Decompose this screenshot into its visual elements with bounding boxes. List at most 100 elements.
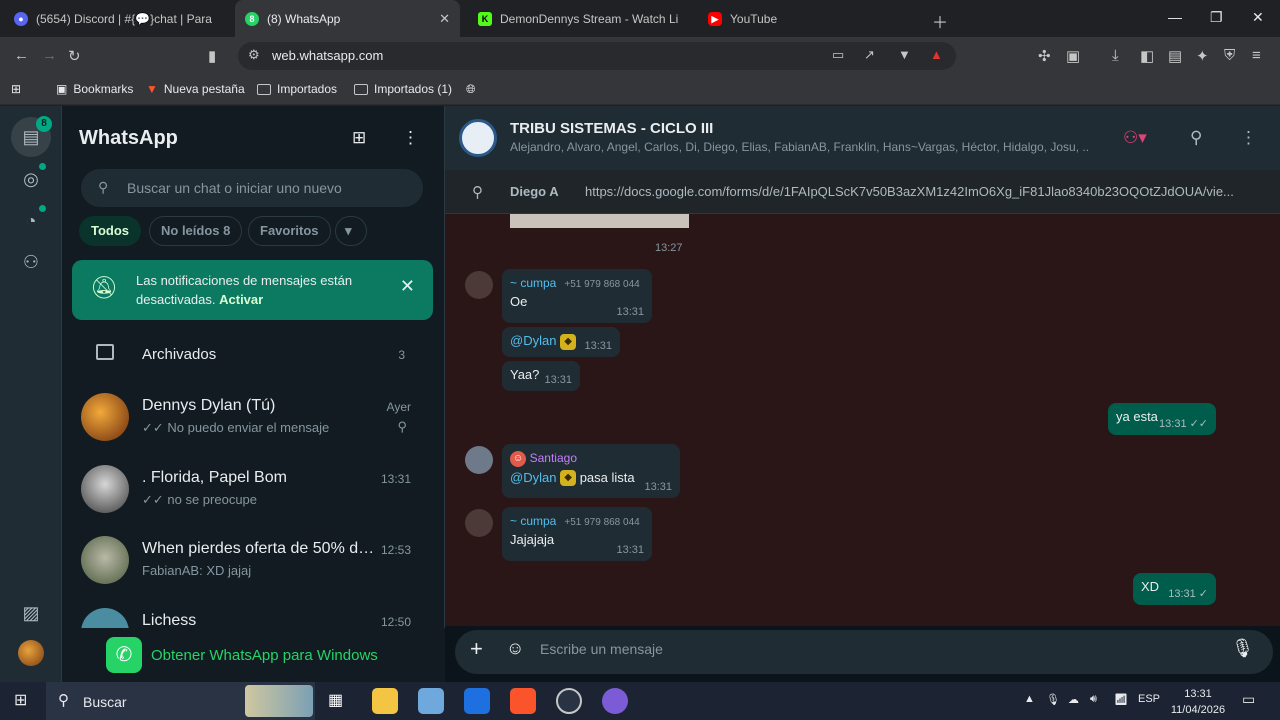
globe-icon[interactable]: 🌐︎ <box>466 82 476 97</box>
activate-link[interactable]: Activar <box>219 292 263 307</box>
close-tab-icon[interactable]: ✕ <box>439 11 450 27</box>
communities-icon[interactable]: ⚇ <box>18 249 44 275</box>
folder-icon <box>354 83 368 95</box>
url-text: web.whatsapp.com <box>272 48 384 63</box>
messenger-icon[interactable] <box>602 688 628 714</box>
volume-icon[interactable]: 🔊︎ <box>1090 693 1097 706</box>
tab-whatsapp[interactable]: 8 (8) WhatsApp ✕ <box>235 0 460 37</box>
bookmark-item[interactable]: ▼ Nueva pestaña <box>146 82 245 96</box>
conversation-header[interactable]: TRIBU SISTEMAS - CICLO III Alejandro, Al… <box>445 106 1280 170</box>
new-chat-icon[interactable]: ⊞ <box>352 128 366 148</box>
get-app-banner[interactable]: ✆ Obtener WhatsApp para Windows <box>62 628 445 682</box>
read-ticks-icon: ✓✓ <box>1189 418 1208 430</box>
pinned-message[interactable]: ⚲ Diego A https://docs.google.com/forms/… <box>445 170 1280 214</box>
search-placeholder: Buscar un chat o iniciar uno nuevo <box>127 180 342 196</box>
onedrive-icon[interactable]: ☁ <box>1068 693 1079 706</box>
mention[interactable]: @Dylan <box>510 333 556 348</box>
download-icon[interactable]: ⤓ <box>1112 47 1119 64</box>
wifi-icon[interactable]: 📶︎ <box>1114 693 1128 706</box>
forward-icon[interactable]: → <box>42 47 57 64</box>
sidebar-toggle-icon[interactable]: ◧ <box>1140 47 1154 65</box>
bookmark-label: Bookmarks <box>73 82 134 96</box>
message-time: 13:31 <box>644 481 672 493</box>
filter-more-chevron-icon[interactable]: ▾ <box>335 216 367 246</box>
bookmarks-icon: ▣ <box>56 82 68 96</box>
group-call-icon[interactable]: ⚇▾ <box>1123 128 1147 148</box>
mic-tray-icon[interactable]: 🎙︎ <box>1046 693 1060 706</box>
group-members: Alejandro, Alvaro, Angel, Carlos, Di, Di… <box>510 140 1090 154</box>
image-message[interactable] <box>510 214 689 228</box>
minimize-icon[interactable]: — <box>1168 9 1182 25</box>
search-input[interactable]: ⚲ Buscar un chat o iniciar uno nuevo <box>81 169 423 207</box>
screenshot-icon[interactable]: ▣ <box>1066 47 1080 65</box>
bookmark-folder[interactable]: Importados (1) <box>354 82 452 96</box>
chat-item[interactable]: Dennys Dylan (Tú) Ayer ✓✓ No puedo envia… <box>62 381 445 453</box>
site-info-icon[interactable]: ⚙ <box>248 47 260 63</box>
avatar <box>81 536 129 584</box>
chat-item[interactable]: . Florida, Papel Bom 13:31 ✓✓ no se preo… <box>62 453 445 525</box>
avatar[interactable] <box>465 446 493 474</box>
bookmark-icon[interactable]: ▮ <box>208 47 216 65</box>
sender-name: ~ cumpa <box>510 514 557 528</box>
wallet-icon[interactable]: ▤ <box>1168 47 1182 65</box>
message-text: pasa lista <box>579 469 635 485</box>
filter-all[interactable]: Todos <box>79 216 142 246</box>
brave-rewards-icon[interactable]: ▲ <box>930 47 943 62</box>
filter-favorites[interactable]: Favoritos <box>248 216 331 246</box>
notifications-icon[interactable]: ▭ <box>1242 691 1255 708</box>
emoji-picker-icon[interactable]: ☺ <box>506 638 524 659</box>
apps-grid-icon[interactable]: ⊞ <box>11 82 21 96</box>
menu-icon[interactable]: ≡ <box>1252 47 1261 64</box>
clock[interactable]: 13:31 11/04/2026 <box>1164 686 1232 718</box>
profile-avatar[interactable] <box>18 640 44 666</box>
message-text: XD <box>1141 579 1160 594</box>
group-avatar[interactable] <box>459 119 497 157</box>
status-icon[interactable]: ◎ <box>18 166 44 192</box>
tray-overflow-icon[interactable]: ▲ <box>1024 693 1035 705</box>
tab-discord[interactable]: ● (5654) Discord | #{💬}chat | Para <box>4 4 230 34</box>
file-explorer-icon[interactable] <box>372 688 398 714</box>
close-window-icon[interactable]: ✕ <box>1252 9 1264 26</box>
chat-item[interactable]: Lichess 12:50 <box>62 596 445 628</box>
brave-shield-icon[interactable]: ▼ <box>898 47 911 62</box>
reload-icon[interactable]: ↻ <box>68 47 81 65</box>
mention[interactable]: @Dylan <box>510 470 556 485</box>
maximize-icon[interactable]: ❐ <box>1210 9 1223 26</box>
cast-icon[interactable]: ▭ <box>832 47 844 63</box>
tab-youtube[interactable]: ▶ YouTube <box>698 4 926 34</box>
search-icon[interactable]: ⚲ <box>1190 128 1202 148</box>
menu-dots-icon[interactable]: ⋮ <box>402 128 419 148</box>
menu-dots-icon[interactable]: ⋮ <box>1240 128 1257 148</box>
brave-browser-icon[interactable] <box>510 688 536 714</box>
app-icon[interactable] <box>464 688 490 714</box>
new-tab-icon[interactable]: ＋ <box>932 9 948 33</box>
channels-icon[interactable]: ◔ <box>18 208 44 234</box>
tab-kick[interactable]: K DemonDennys Stream - Watch Li <box>468 4 696 34</box>
avatar[interactable] <box>465 509 493 537</box>
archived-row[interactable]: Archivados 3 <box>62 332 445 376</box>
share-icon[interactable]: ↗ <box>864 47 875 63</box>
microphone-icon[interactable]: 🎙︎ <box>1231 638 1254 659</box>
attach-icon[interactable]: + <box>470 636 483 662</box>
close-banner-icon[interactable]: ✕ <box>400 276 415 297</box>
taskbar-search[interactable]: ⚲ Buscar <box>46 682 315 720</box>
bookmark-item[interactable]: ▣ Bookmarks <box>56 82 133 96</box>
windows-start-icon[interactable]: ⊞ <box>14 690 27 710</box>
chat-time: 12:50 <box>380 615 411 628</box>
avatar[interactable] <box>465 271 493 299</box>
task-view-icon[interactable]: ▦ <box>328 690 343 710</box>
extensions-icon[interactable]: ✣ <box>1038 47 1051 65</box>
vpn-icon[interactable]: ⛨ <box>1224 47 1235 64</box>
language-indicator[interactable]: ESP <box>1138 693 1160 705</box>
bookmark-folder[interactable]: Importados <box>257 82 337 96</box>
leo-ai-icon[interactable]: ✦ <box>1196 47 1209 65</box>
obs-icon[interactable] <box>556 688 582 714</box>
address-bar[interactable]: ⚙ web.whatsapp.com ▭ ↗ ▼ ▲ <box>238 42 956 70</box>
tab-label: YouTube <box>730 12 778 26</box>
chat-item[interactable]: When pierdes oferta de 50% descuento 12:… <box>62 524 445 596</box>
back-icon[interactable]: ← <box>14 47 29 64</box>
filter-unread[interactable]: No leídos 8 <box>149 216 243 246</box>
message-input[interactable]: Escribe un mensaje <box>540 641 663 657</box>
notepad-icon[interactable] <box>418 688 444 714</box>
media-icon[interactable]: ▨ <box>18 600 44 626</box>
